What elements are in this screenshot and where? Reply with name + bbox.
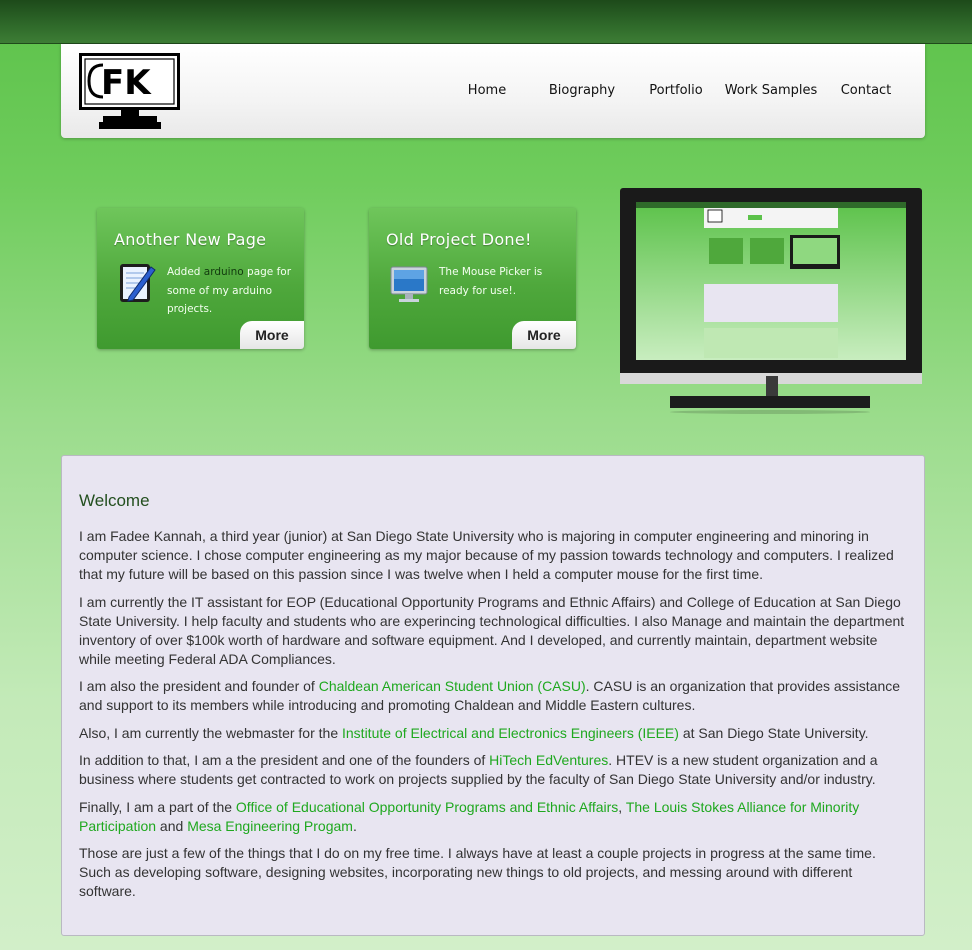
document-pen-icon bbox=[117, 261, 157, 305]
nav-portfolio[interactable]: Portfolio bbox=[646, 82, 706, 100]
paragraph-htev: In addition to that, I am a the presiden… bbox=[79, 752, 878, 787]
svg-text:FK: FK bbox=[101, 63, 152, 103]
nav-biography[interactable]: Biography bbox=[518, 82, 646, 100]
news-card-title: Another New Page bbox=[114, 230, 267, 249]
news-card-title: Old Project Done! bbox=[386, 230, 532, 249]
arduino-highlight[interactable]: arduino bbox=[204, 266, 244, 278]
main-nav: Home Biography Portfolio Work Samples Co… bbox=[456, 82, 896, 100]
computer-monitor-icon bbox=[389, 261, 429, 305]
news-card-new-page: Another New Page Added arduino page for … bbox=[97, 208, 304, 349]
site-logo[interactable]: FK bbox=[79, 53, 181, 131]
more-button[interactable]: More bbox=[512, 321, 576, 349]
more-button[interactable]: More bbox=[240, 321, 304, 349]
paragraph-free-time: Those are just a few of the things that … bbox=[79, 845, 876, 899]
welcome-body: I am Fadee Kannah, a third year (junior)… bbox=[79, 527, 911, 910]
paragraph-it-assistant: I am currently the IT assistant for EOP … bbox=[79, 593, 905, 667]
news-card-text: The Mouse Picker is ready for use!. bbox=[439, 266, 543, 297]
link-casu[interactable]: Chaldean American Student Union (CASU) bbox=[319, 678, 586, 694]
welcome-panel: Welcome I am Fadee Kannah, a third year … bbox=[61, 455, 925, 936]
news-card-text: Added arduino page for some of my arduin… bbox=[167, 266, 292, 315]
paragraph-affiliations: Finally, I am a part of the Office of Ed… bbox=[79, 798, 860, 834]
nav-contact[interactable]: Contact bbox=[836, 82, 896, 100]
nav-work-samples[interactable]: Work Samples bbox=[706, 82, 836, 100]
top-bar bbox=[0, 0, 972, 44]
site-header: FK Home Biography Portfolio Work Samples… bbox=[61, 44, 925, 138]
news-card-project-done: Old Project Done! The Mouse Picker is re… bbox=[369, 208, 576, 349]
paragraph-casu: I am also the president and founder of C… bbox=[79, 678, 901, 713]
link-ieee[interactable]: Institute of Electrical and Electronics … bbox=[342, 725, 679, 741]
paragraph-ieee: Also, I am currently the webmaster for t… bbox=[79, 724, 869, 741]
website-preview-monitor bbox=[620, 188, 922, 414]
welcome-heading: Welcome bbox=[79, 491, 150, 510]
link-eop[interactable]: Office of Educational Opportunity Progra… bbox=[236, 799, 618, 815]
paragraph-intro: I am Fadee Kannah, a third year (junior)… bbox=[79, 528, 894, 582]
nav-home[interactable]: Home bbox=[456, 82, 518, 100]
link-mesa[interactable]: Mesa Engineering Progam bbox=[187, 818, 353, 834]
link-hitech-edventures[interactable]: HiTech EdVentures bbox=[489, 752, 608, 768]
